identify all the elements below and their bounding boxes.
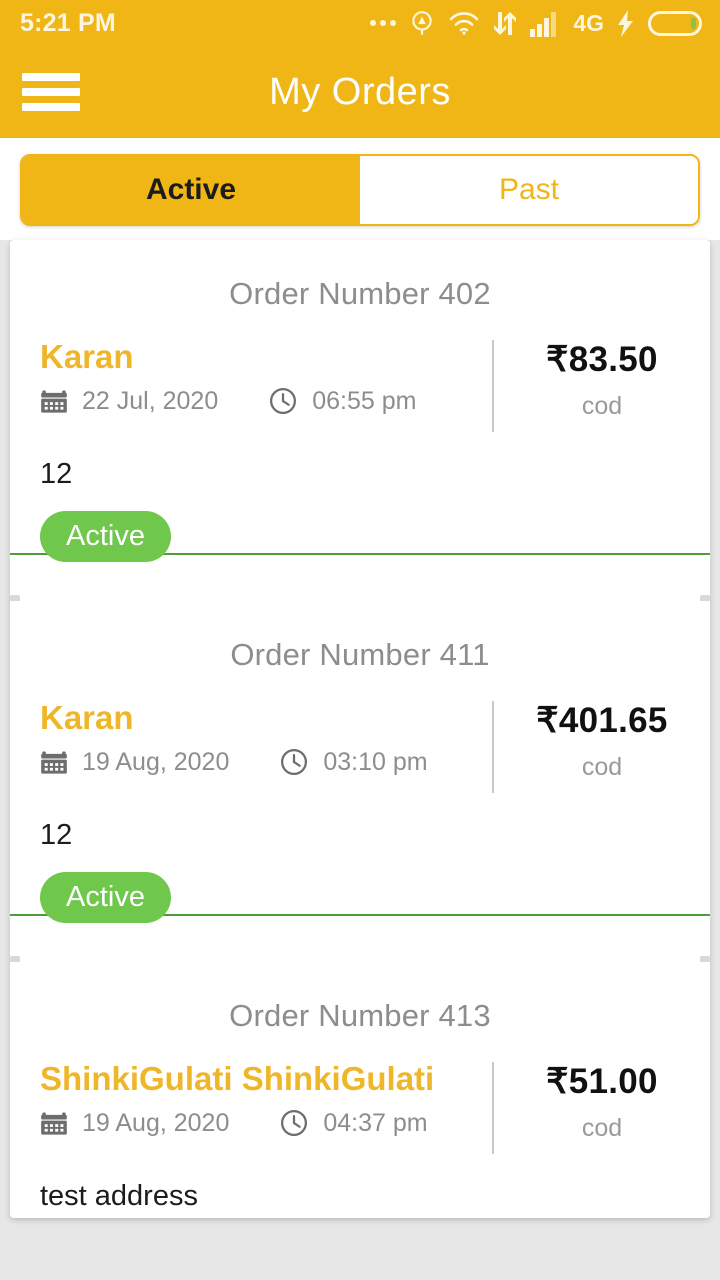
clock-icon [268, 386, 298, 416]
status-bar-icons: 4G [370, 9, 702, 37]
order-time: 04:37 pm [323, 1108, 428, 1137]
location-alarm-icon [409, 9, 435, 37]
order-address: 12 [40, 458, 73, 490]
order-price-block: ₹83.50 cod [492, 340, 710, 432]
hamburger-menu-icon[interactable] [22, 69, 80, 115]
payment-mode: cod [581, 753, 623, 781]
tab-bar-container: Active Past [0, 138, 720, 240]
order-row: ShinkiGulati ShinkiGulati 19 Aug, 2020 0… [10, 1034, 710, 1154]
order-date: 19 Aug, 2020 [82, 747, 230, 776]
order-price: ₹83.50 [546, 340, 658, 379]
order-price: ₹401.65 [536, 701, 668, 740]
ellipsis-icon [370, 20, 397, 26]
signal-bars-icon [530, 10, 560, 37]
order-date: 22 Jul, 2020 [82, 386, 219, 415]
clock-icon [279, 1108, 309, 1138]
battery-icon [648, 10, 702, 36]
charging-bolt-icon [617, 9, 635, 37]
hamburger-bar [22, 73, 80, 81]
tab-active[interactable]: Active [22, 156, 360, 224]
order-status-row: Active [10, 507, 710, 599]
tab-past[interactable]: Past [360, 156, 698, 224]
wifi-icon [448, 10, 480, 36]
order-meta: 19 Aug, 2020 03:10 pm [40, 747, 492, 777]
calendar-icon [40, 748, 68, 776]
tab-bar: Active Past [20, 154, 700, 226]
tab-active-label: Active [145, 173, 237, 206]
customer-name: ShinkiGulati ShinkiGulati [40, 1060, 435, 1097]
order-price-block: ₹51.00 cod [492, 1062, 710, 1154]
order-details: Karan [10, 699, 492, 777]
order-number: Order Number 402 [229, 276, 491, 311]
order-row: Karan [10, 673, 710, 793]
page-title: My Orders [269, 70, 451, 113]
order-price-block: ₹401.65 cod [492, 701, 710, 793]
hamburger-bar [22, 103, 80, 111]
order-card[interactable]: Order Number 402 Karan 22 Jul, 2020 06:5… [10, 240, 710, 605]
calendar-icon [40, 387, 68, 415]
order-status-row: Active [10, 868, 710, 960]
status-badge[interactable]: Active [40, 872, 171, 923]
customer-name: Karan [40, 699, 134, 736]
data-transfer-icon [493, 10, 517, 37]
order-row: Karan [10, 312, 710, 432]
status-bar-clock: 5:21 PM [20, 8, 116, 37]
order-card[interactable]: Order Number 413 ShinkiGulati ShinkiGula… [10, 962, 710, 1218]
orders-list[interactable]: Order Number 402 Karan 22 Jul, 2020 06:5… [10, 240, 710, 1218]
order-meta: 19 Aug, 2020 04:37 pm [40, 1108, 492, 1138]
order-details: ShinkiGulati ShinkiGulati 19 Aug, 2020 0… [10, 1060, 492, 1138]
payment-mode: cod [581, 1114, 623, 1142]
order-meta: 22 Jul, 2020 06:55 pm [40, 386, 492, 416]
order-details: Karan [10, 338, 492, 416]
order-time: 03:10 pm [323, 747, 428, 776]
payment-mode: cod [581, 392, 623, 420]
status-bar: 5:21 PM 4G [0, 0, 720, 46]
order-price: ₹51.00 [546, 1062, 658, 1101]
order-address: 12 [40, 819, 73, 851]
customer-name: Karan [40, 338, 134, 375]
app-screen: 5:21 PM 4G My Orders Active Past Order N… [0, 0, 720, 1280]
order-time: 06:55 pm [312, 386, 417, 415]
hamburger-bar [22, 88, 80, 96]
calendar-icon [40, 1109, 68, 1137]
app-bar: My Orders [0, 46, 720, 138]
order-address: test address [40, 1180, 198, 1212]
network-4g-label: 4G [573, 9, 604, 36]
clock-icon [279, 747, 309, 777]
order-number: Order Number 411 [230, 637, 490, 672]
status-badge[interactable]: Active [40, 511, 171, 562]
tab-past-label: Past [498, 173, 560, 206]
order-date: 19 Aug, 2020 [82, 1108, 230, 1137]
order-card[interactable]: Order Number 411 Karan 19 Aug, 2020 03:1… [10, 601, 710, 966]
order-number: Order Number 413 [229, 998, 491, 1033]
